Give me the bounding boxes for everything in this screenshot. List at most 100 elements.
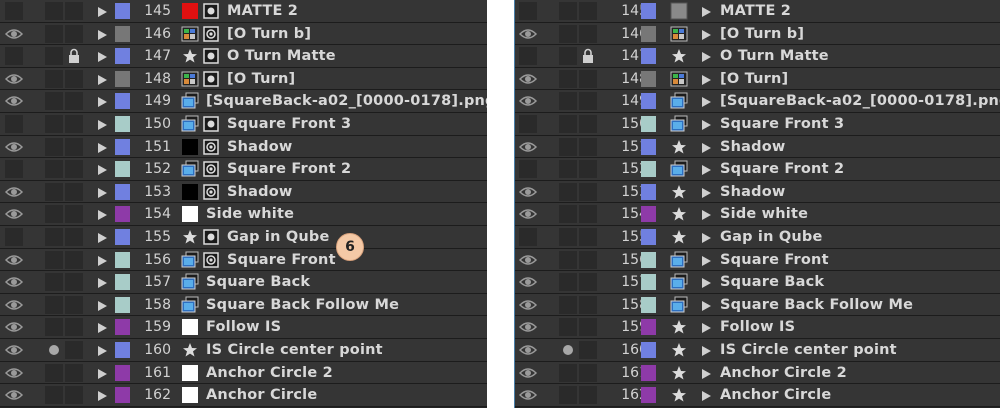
solo-toggle[interactable] bbox=[45, 47, 63, 66]
eye-icon[interactable] bbox=[4, 387, 24, 403]
eye-icon[interactable] bbox=[518, 319, 538, 335]
label-color-swatch[interactable] bbox=[641, 319, 656, 336]
lock-toggle[interactable] bbox=[579, 341, 597, 359]
expand-triangle-icon[interactable] bbox=[700, 94, 712, 108]
solo-toggle[interactable] bbox=[45, 250, 63, 269]
expand-triangle-icon[interactable] bbox=[700, 207, 712, 221]
lock-toggle[interactable] bbox=[65, 386, 83, 405]
label-color-swatch[interactable] bbox=[115, 387, 130, 404]
label-color-swatch[interactable] bbox=[641, 229, 656, 245]
eye-icon[interactable] bbox=[518, 387, 538, 403]
solo-toggle[interactable] bbox=[559, 137, 577, 156]
layer-name[interactable]: Square Back bbox=[720, 271, 824, 293]
expand-triangle-icon[interactable] bbox=[96, 140, 108, 154]
layer-row[interactable]: 151 Shadow bbox=[514, 135, 1000, 159]
expand-triangle-icon[interactable] bbox=[96, 253, 108, 267]
solo-toggle[interactable] bbox=[559, 386, 577, 405]
visibility-toggle[interactable] bbox=[5, 47, 23, 66]
label-color-swatch[interactable] bbox=[115, 3, 130, 19]
eye-icon[interactable] bbox=[518, 139, 538, 155]
solo-toggle[interactable] bbox=[559, 24, 577, 43]
eye-icon[interactable] bbox=[518, 297, 538, 313]
visibility-toggle[interactable] bbox=[519, 228, 537, 246]
layer-row[interactable]: 161 Anchor Circle 2 bbox=[0, 361, 487, 385]
eye-icon[interactable] bbox=[518, 274, 538, 290]
label-color-swatch[interactable] bbox=[641, 48, 656, 65]
layer-row[interactable]: 159 Follow IS bbox=[514, 316, 1000, 339]
expand-triangle-icon[interactable] bbox=[700, 4, 712, 18]
visibility-toggle[interactable] bbox=[5, 160, 23, 179]
lock-toggle[interactable] bbox=[65, 341, 83, 359]
expand-triangle-icon[interactable] bbox=[96, 275, 108, 289]
layer-name[interactable]: Square Back Follow Me bbox=[206, 294, 399, 316]
lock-toggle[interactable] bbox=[579, 69, 597, 88]
label-color-swatch[interactable] bbox=[115, 116, 130, 132]
solo-toggle[interactable] bbox=[559, 295, 577, 314]
layer-name[interactable]: Gap in Qube bbox=[720, 226, 823, 248]
lock-toggle[interactable] bbox=[579, 24, 597, 43]
expand-triangle-icon[interactable] bbox=[700, 140, 712, 154]
visibility-toggle[interactable] bbox=[4, 70, 24, 88]
solo-dot-icon[interactable] bbox=[563, 345, 573, 355]
eye-icon[interactable] bbox=[4, 297, 24, 313]
layer-name[interactable]: Anchor Circle bbox=[206, 384, 317, 406]
label-color-swatch[interactable] bbox=[115, 229, 130, 245]
solo-toggle[interactable] bbox=[45, 92, 63, 111]
layer-row[interactable]: 146 [O Turn b] bbox=[514, 22, 1000, 46]
solo-toggle[interactable] bbox=[559, 363, 577, 382]
lock-toggle[interactable] bbox=[579, 92, 597, 111]
lock-icon[interactable] bbox=[67, 48, 81, 64]
lock-toggle[interactable] bbox=[65, 273, 83, 292]
label-color-swatch[interactable] bbox=[115, 342, 130, 358]
eye-icon[interactable] bbox=[4, 365, 24, 381]
lock-toggle[interactable] bbox=[579, 295, 597, 314]
layer-row[interactable]: 158 Square Back Follow Me bbox=[0, 293, 487, 317]
layer-row[interactable]: 154 Side white bbox=[0, 203, 487, 226]
label-color-swatch[interactable] bbox=[115, 206, 130, 223]
expand-triangle-icon[interactable] bbox=[700, 298, 712, 312]
label-color-swatch[interactable] bbox=[641, 342, 656, 358]
layer-row[interactable]: 150 Square Front 3 bbox=[514, 113, 1000, 136]
layer-row[interactable]: 160 IS Circle center point bbox=[0, 339, 487, 362]
layer-row[interactable]: 147 O Turn Matte bbox=[0, 45, 487, 68]
visibility-toggle[interactable] bbox=[4, 386, 24, 404]
expand-triangle-icon[interactable] bbox=[96, 298, 108, 312]
solo-toggle[interactable] bbox=[559, 92, 577, 111]
visibility-toggle[interactable] bbox=[4, 92, 24, 110]
solo-toggle[interactable] bbox=[45, 182, 63, 201]
eye-icon[interactable] bbox=[4, 71, 24, 87]
eye-icon[interactable] bbox=[518, 342, 538, 358]
visibility-toggle[interactable] bbox=[518, 273, 538, 291]
lock-toggle[interactable] bbox=[579, 250, 597, 269]
eye-icon[interactable] bbox=[518, 71, 538, 87]
layer-row[interactable]: 158 Square Back Follow Me bbox=[514, 293, 1000, 317]
expand-triangle-icon[interactable] bbox=[96, 388, 108, 402]
lock-toggle[interactable] bbox=[65, 182, 83, 201]
lock-toggle[interactable] bbox=[579, 160, 597, 179]
layer-name[interactable]: Square Front 2 bbox=[227, 158, 351, 180]
expand-triangle-icon[interactable] bbox=[700, 366, 712, 380]
layer-name[interactable]: Shadow bbox=[227, 136, 293, 158]
visibility-toggle[interactable] bbox=[518, 70, 538, 88]
expand-triangle-icon[interactable] bbox=[700, 185, 712, 199]
layer-row[interactable]: 161 Anchor Circle 2 bbox=[514, 361, 1000, 385]
lock-toggle[interactable] bbox=[579, 205, 597, 224]
visibility-toggle[interactable] bbox=[4, 205, 24, 223]
visibility-toggle[interactable] bbox=[518, 25, 538, 43]
expand-triangle-icon[interactable] bbox=[96, 230, 108, 244]
label-color-swatch[interactable] bbox=[115, 93, 130, 110]
layer-name[interactable]: [SquareBack-a02_[0000-0178].png] bbox=[206, 90, 487, 112]
visibility-toggle[interactable] bbox=[518, 205, 538, 223]
solo-toggle[interactable] bbox=[45, 273, 63, 292]
layer-row[interactable]: 145 MATTE 2 bbox=[0, 0, 487, 23]
layer-row[interactable]: 154 Side white bbox=[514, 203, 1000, 226]
expand-triangle-icon[interactable] bbox=[96, 117, 108, 131]
lock-toggle[interactable] bbox=[579, 2, 597, 20]
expand-triangle-icon[interactable] bbox=[96, 207, 108, 221]
layer-row[interactable]: 145 MATTE 2 bbox=[514, 0, 1000, 23]
visibility-toggle[interactable] bbox=[519, 160, 537, 179]
expand-triangle-icon[interactable] bbox=[700, 72, 712, 86]
solo-toggle[interactable] bbox=[559, 250, 577, 269]
layer-name[interactable]: [O Turn b] bbox=[720, 23, 804, 45]
label-color-swatch[interactable] bbox=[641, 161, 656, 178]
